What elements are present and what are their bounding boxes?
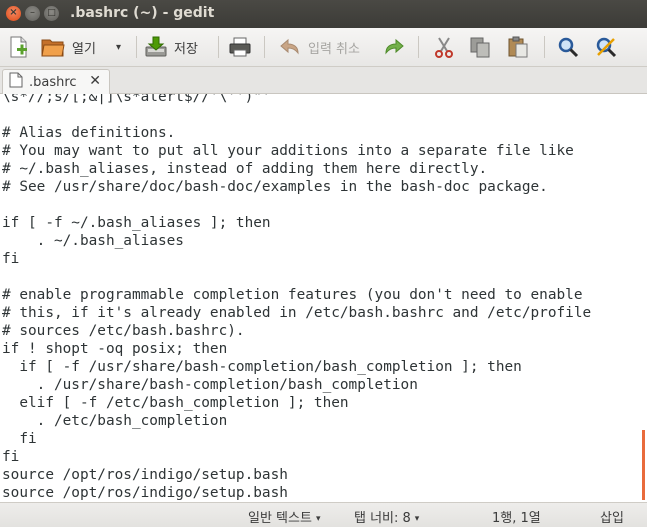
new-document-icon xyxy=(6,35,30,59)
folder-icon xyxy=(40,35,66,59)
window-maximize-button[interactable]: □ xyxy=(44,6,59,21)
title-bar: × – □ .bashrc (~) - gedit xyxy=(0,0,647,28)
code-line: \s*//;s/[;&|]\s*alert$//'\'')"' xyxy=(2,94,271,105)
cut-button[interactable] xyxy=(432,34,456,60)
window-minimize-button[interactable]: – xyxy=(25,6,40,21)
open-recent-dropdown[interactable]: ▾ xyxy=(116,34,121,60)
undo-button[interactable]: 입력 취소 xyxy=(278,34,360,60)
language-selector[interactable]: 일반 텍스트 ▾ xyxy=(248,507,320,526)
code-line: fi xyxy=(2,431,37,447)
code-line: . /etc/bash_completion xyxy=(2,413,228,429)
chevron-down-icon: ▾ xyxy=(414,514,420,524)
code-line: if ! shopt -oq posix; then xyxy=(2,341,228,357)
chevron-down-icon: ▾ xyxy=(315,514,321,524)
undo-label: 입력 취소 xyxy=(308,41,360,57)
tab-close-button[interactable]: ✕ xyxy=(89,73,101,89)
toolbar-separator xyxy=(418,36,419,58)
code-line: # See /usr/share/doc/bash-doc/examples i… xyxy=(2,179,548,195)
code-line: fi xyxy=(2,251,20,267)
code-line: . /usr/share/bash-completion/bash_comple… xyxy=(2,377,418,393)
code-line: # You may want to put all your additions… xyxy=(2,143,574,159)
find-button[interactable] xyxy=(556,34,580,60)
window-title: .bashrc (~) - gedit xyxy=(70,5,215,21)
save-icon xyxy=(144,35,168,59)
window-close-button[interactable]: × xyxy=(6,6,21,21)
minimize-icon: – xyxy=(30,7,35,18)
toolbar-separator xyxy=(218,36,219,58)
paste-button[interactable] xyxy=(506,34,530,60)
language-label: 일반 텍스트 xyxy=(248,511,312,526)
code-line: source /opt/ros/indigo/setup.bash xyxy=(2,485,288,501)
scroll-position-marker[interactable] xyxy=(642,430,645,500)
copy-button[interactable] xyxy=(468,34,492,60)
code-line: # Alias definitions. xyxy=(2,125,176,141)
scissors-icon xyxy=(432,35,456,59)
save-label: 저장 xyxy=(174,41,198,57)
copy-icon xyxy=(468,35,492,59)
print-button[interactable] xyxy=(228,34,252,60)
code-line: fi xyxy=(2,449,20,465)
toolbar-separator xyxy=(544,36,545,58)
tab-bashrc[interactable]: .bashrc ✕ xyxy=(2,69,110,94)
code-line: # sources /etc/bash.bashrc). xyxy=(2,323,245,339)
code-line: elif [ -f /etc/bash_completion ]; then xyxy=(2,395,349,411)
maximize-icon: □ xyxy=(47,8,56,18)
redo-icon xyxy=(382,35,406,59)
open-label: 열기 xyxy=(72,41,96,57)
code-line: # enable programmable completion feature… xyxy=(2,287,583,303)
code-line: if [ -f ~/.bash_aliases ]; then xyxy=(2,215,271,231)
document-tab-bar: .bashrc ✕ xyxy=(0,67,647,94)
find-replace-icon xyxy=(594,35,618,59)
cursor-position: 1행, 1열 xyxy=(492,511,541,526)
new-document-button[interactable] xyxy=(6,34,30,60)
redo-button[interactable] xyxy=(382,34,406,60)
chevron-down-icon: ▾ xyxy=(116,41,122,53)
close-icon: × xyxy=(9,7,18,18)
text-document-icon xyxy=(9,72,23,92)
printer-icon xyxy=(228,35,252,59)
tab-label: .bashrc xyxy=(29,74,77,90)
magnifier-icon xyxy=(556,35,580,59)
status-bar: 일반 텍스트 ▾ 탭 너비: 8 ▾ 1행, 1열 삽입 xyxy=(0,502,647,527)
toolbar: 열기 ▾ 저장 입력 취소 xyxy=(0,28,647,67)
tab-width-selector[interactable]: 탭 너비: 8 ▾ xyxy=(354,507,419,526)
text-editor[interactable]: \s*//;s/[;&|]\s*alert$//'\'')"' # Alias … xyxy=(0,94,647,502)
undo-icon xyxy=(278,35,302,59)
code-line: # this, if it's already enabled in /etc/… xyxy=(2,305,592,321)
code-line: source /opt/ros/indigo/setup.bash xyxy=(2,467,288,483)
find-replace-button[interactable] xyxy=(594,34,618,60)
open-button[interactable]: 열기 xyxy=(40,34,96,60)
clipboard-icon xyxy=(506,35,530,59)
code-line: # ~/.bash_aliases, instead of adding the… xyxy=(2,161,488,177)
save-button[interactable]: 저장 xyxy=(144,34,198,60)
code-line: if [ -f /usr/share/bash-completion/bash_… xyxy=(2,359,522,375)
tab-width-label: 탭 너비: 8 xyxy=(354,511,411,526)
toolbar-separator xyxy=(136,36,137,58)
insert-mode-indicator: 삽입 xyxy=(600,511,624,526)
toolbar-separator xyxy=(264,36,265,58)
code-line: . ~/.bash_aliases xyxy=(2,233,184,249)
